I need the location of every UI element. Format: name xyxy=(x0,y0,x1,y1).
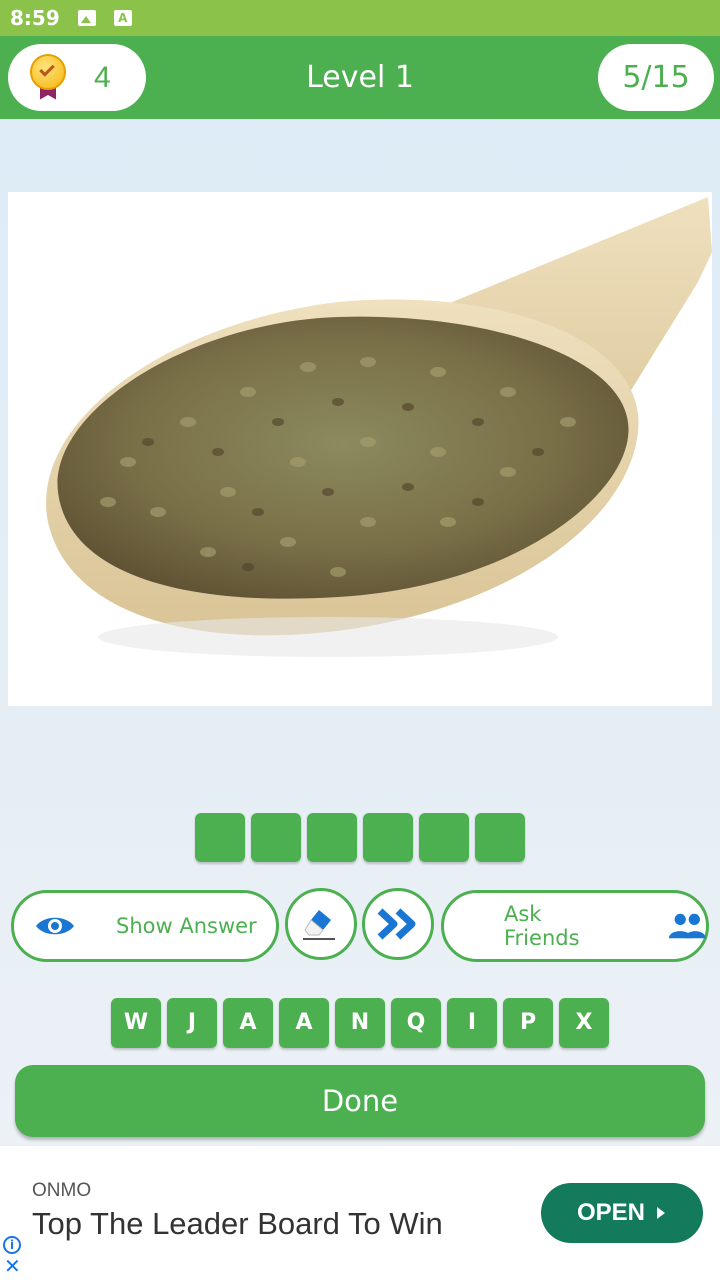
ad-banner[interactable]: ONMO Top The Leader Board To Win OPEN i … xyxy=(0,1146,720,1280)
coins-pill[interactable]: 4 xyxy=(8,44,146,111)
ask-friends-button[interactable]: Ask Friends xyxy=(441,890,709,962)
puzzle-image xyxy=(8,192,712,706)
letter-key[interactable]: A xyxy=(223,998,273,1048)
coins-count: 4 xyxy=(94,60,111,94)
eye-icon xyxy=(36,917,74,935)
double-chevron-icon xyxy=(377,908,416,940)
status-time: 8:59 xyxy=(10,6,60,30)
answer-slot[interactable] xyxy=(307,813,357,862)
status-bar: 8:59 A xyxy=(0,0,720,36)
medal-icon xyxy=(28,53,68,102)
show-answer-label: Show Answer xyxy=(116,914,257,938)
letter-key[interactable]: I xyxy=(447,998,497,1048)
eraser-button[interactable] xyxy=(285,888,357,960)
people-icon xyxy=(669,913,706,939)
answer-slot[interactable] xyxy=(363,813,413,862)
ad-brand: ONMO xyxy=(32,1180,92,1201)
answer-slot[interactable] xyxy=(251,813,301,862)
letter-key[interactable]: J xyxy=(167,998,217,1048)
ad-open-label: OPEN xyxy=(576,1199,645,1226)
ad-close-icon[interactable]: ✕ xyxy=(4,1256,21,1276)
done-button[interactable]: Done xyxy=(15,1065,705,1137)
top-bar: Level 1 4 5/15 xyxy=(0,36,720,119)
letter-key[interactable]: P xyxy=(503,998,553,1048)
image-icon xyxy=(77,10,96,26)
ad-info-icon[interactable]: i xyxy=(3,1236,21,1254)
eraser-icon xyxy=(303,910,335,940)
letter-key[interactable]: A xyxy=(279,998,329,1048)
letter-key[interactable]: Q xyxy=(391,998,441,1048)
play-arrow-icon xyxy=(657,1207,665,1219)
answer-slots xyxy=(0,813,720,862)
level-progress: 5/15 xyxy=(598,44,714,111)
seeds-spoon-photo xyxy=(8,192,712,706)
ask-friends-label: Ask Friends xyxy=(504,902,580,950)
letter-keyboard: W J A A N Q I P X xyxy=(0,998,720,1048)
show-answer-button[interactable]: Show Answer xyxy=(11,890,279,962)
ad-headline[interactable]: Top The Leader Board To Win xyxy=(32,1206,443,1242)
ad-open-button[interactable]: OPEN xyxy=(541,1183,703,1243)
help-row: Show Answer Ask Friends xyxy=(0,888,720,964)
letter-key[interactable]: W xyxy=(111,998,161,1048)
letter-key[interactable]: X xyxy=(559,998,609,1048)
answer-slot[interactable] xyxy=(475,813,525,862)
answer-slot[interactable] xyxy=(419,813,469,862)
a-icon: A xyxy=(113,10,132,26)
answer-slot[interactable] xyxy=(195,813,245,862)
skip-button[interactable] xyxy=(362,888,434,960)
letter-key[interactable]: N xyxy=(335,998,385,1048)
